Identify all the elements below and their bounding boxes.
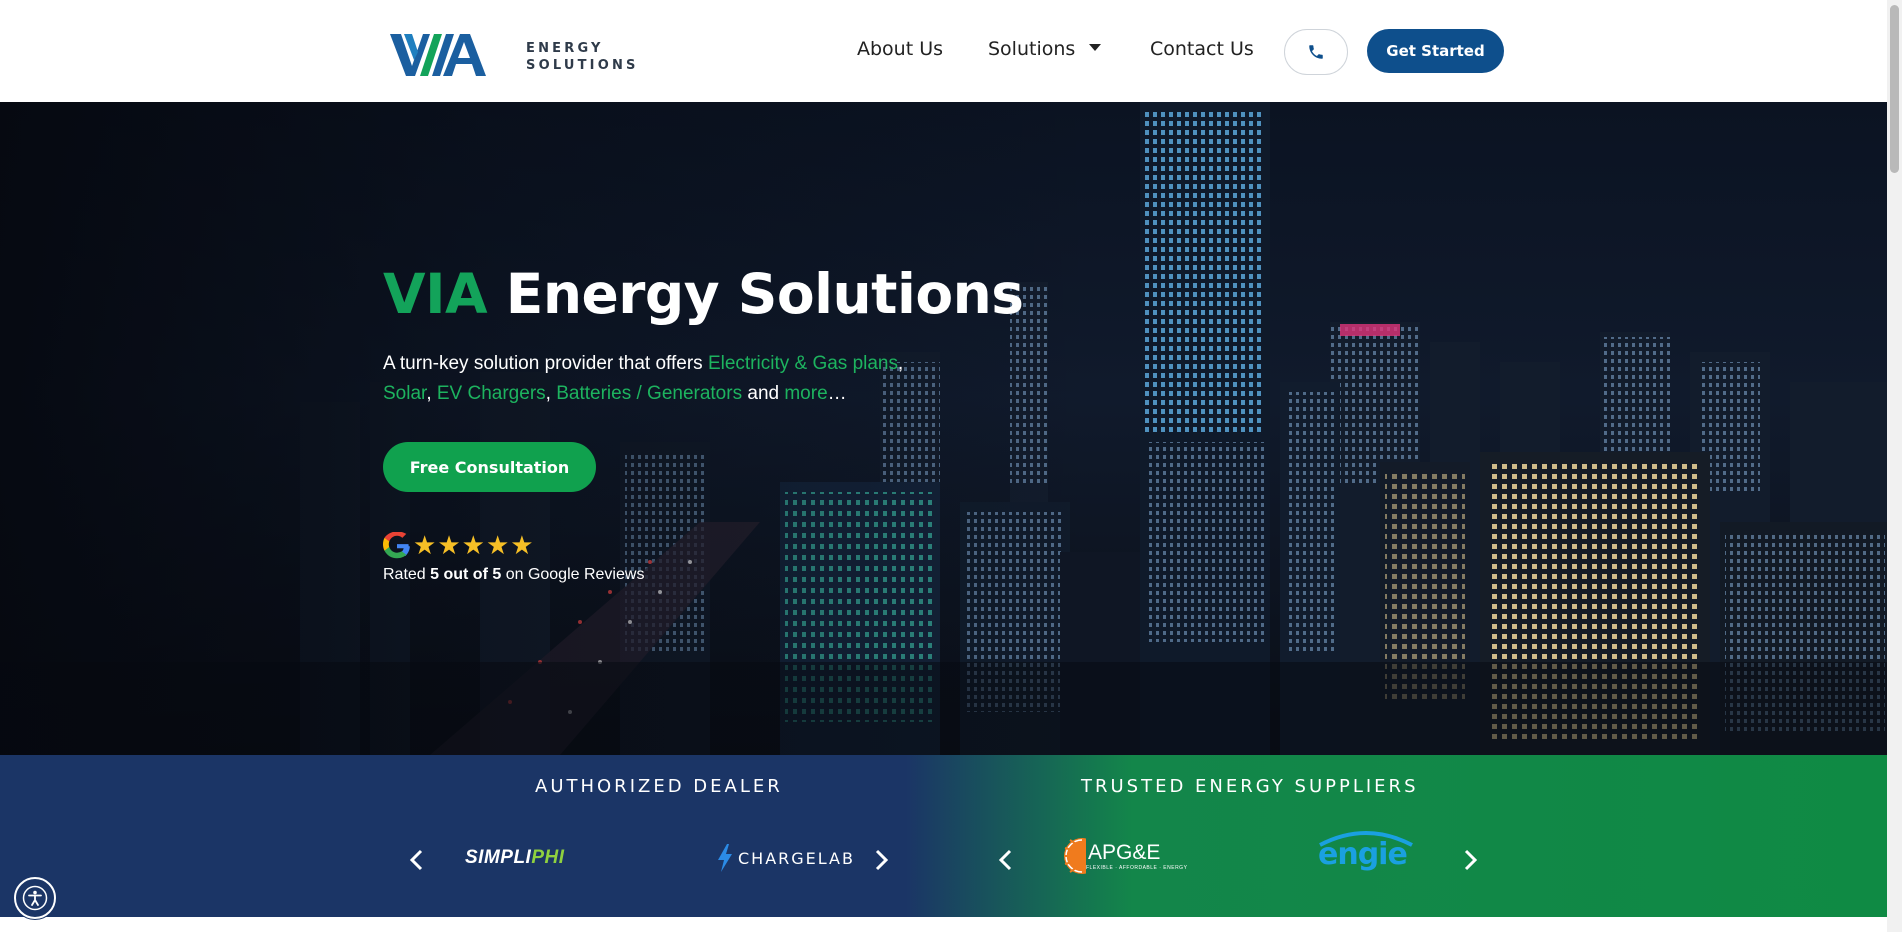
- dealer-prev-arrow[interactable]: [407, 848, 427, 872]
- chevron-right-icon: [875, 849, 889, 871]
- nav-contact-us[interactable]: Contact Us: [1150, 38, 1254, 60]
- chevron-left-icon: [998, 849, 1012, 871]
- apge-sun-icon: [1064, 838, 1086, 874]
- logo-line-solutions: SOLUTIONS: [526, 58, 639, 73]
- page-below-fold: [0, 917, 1887, 932]
- sep-and: and: [742, 383, 785, 404]
- engie-mark: engie: [1316, 827, 1416, 877]
- nav-solutions[interactable]: Solutions: [988, 38, 1102, 60]
- link-batteries-generators[interactable]: Batteries / Generators: [556, 383, 742, 404]
- apge-text: APG&E: [1088, 841, 1161, 864]
- logo-line-energy: ENERGY: [526, 41, 604, 56]
- star-icon: ★: [461, 531, 485, 561]
- page-scrollbar[interactable]: [1887, 0, 1902, 932]
- star-icon: ★: [485, 531, 510, 561]
- phone-button[interactable]: [1284, 29, 1348, 75]
- trusted-suppliers-title: TRUSTED ENERGY SUPPLIERS: [1081, 776, 1419, 797]
- phone-icon: [1309, 45, 1323, 59]
- chargelab-logo[interactable]: CHARGELAB: [716, 833, 855, 883]
- sep-comma-2: ,: [426, 383, 437, 404]
- apge-wordmark: APG&E FLEXIBLE · AFFORDABLE · ENERGY: [1086, 841, 1187, 871]
- simpliphi-wordmark: SIMPLIPHI: [465, 847, 565, 869]
- hero-title: VIA Energy Solutions: [383, 262, 1024, 326]
- chevron-right-icon: [1464, 849, 1478, 871]
- lightning-bolt-icon: [718, 844, 732, 872]
- rating-stars: ★ ★ ★ ★ ★: [383, 532, 644, 560]
- via-logo-mark: [390, 34, 486, 76]
- nav-solutions-label: Solutions: [988, 38, 1076, 60]
- engie-logo[interactable]: engie: [1316, 827, 1416, 877]
- dealer-next-arrow[interactable]: [871, 848, 891, 872]
- logo-wordmark: ENERGY SOLUTIONS: [526, 36, 639, 74]
- link-ev-chargers[interactable]: EV Chargers: [437, 383, 546, 404]
- sep-comma-3: ,: [545, 383, 557, 404]
- hero-title-accent: VIA: [383, 262, 488, 326]
- free-consultation-button[interactable]: Free Consultation: [383, 442, 596, 492]
- scrollbar-thumb[interactable]: [1890, 5, 1899, 173]
- google-g-icon: [383, 532, 410, 559]
- supplier-prev-arrow[interactable]: [996, 848, 1016, 872]
- ellipsis: …: [827, 383, 847, 404]
- chevron-left-icon: [409, 849, 423, 871]
- engie-text: engie: [1318, 837, 1408, 872]
- chargelab-text: CHARGELAB: [738, 848, 855, 868]
- rating-suffix: on Google Reviews: [501, 566, 645, 583]
- chargelab-wordmark: CHARGELAB: [716, 844, 855, 872]
- accessibility-icon: [22, 885, 48, 911]
- simpliphi-logo[interactable]: SIMPLIPHI: [465, 833, 565, 883]
- site-header: ENERGY SOLUTIONS About Us Solutions Cont…: [0, 0, 1887, 102]
- accessibility-button[interactable]: [14, 877, 56, 919]
- link-solar[interactable]: Solar: [383, 383, 426, 404]
- link-electricity-gas[interactable]: Electricity & Gas plans: [708, 353, 898, 374]
- chevron-down-icon: [1089, 44, 1102, 51]
- hero-section: VIA Energy Solutions A turn-key solution…: [0, 102, 1887, 755]
- sep-comma-1: ,: [898, 353, 904, 374]
- star-icon: ★: [437, 531, 461, 561]
- simpliphi-main: SIMPLI: [465, 847, 532, 868]
- hero-desc-intro: A turn-key solution provider that offers: [383, 353, 708, 374]
- partners-strip: AUTHORIZED DEALER TRUSTED ENERGY SUPPLIE…: [0, 755, 1887, 917]
- rating-value: 5 out of 5: [430, 566, 502, 583]
- star-icon: ★: [510, 531, 534, 561]
- hero-title-rest: Energy Solutions: [487, 262, 1024, 326]
- google-reviews[interactable]: ★ ★ ★ ★ ★ Rated 5 out of 5 on Google Rev…: [383, 532, 644, 584]
- rating-prefix: Rated: [383, 566, 431, 583]
- via-logo[interactable]: ENERGY SOLUTIONS: [390, 28, 640, 82]
- apge-tagline: FLEXIBLE · AFFORDABLE · ENERGY: [1086, 865, 1188, 871]
- link-more[interactable]: more: [784, 383, 827, 404]
- rating-text: Rated 5 out of 5 on Google Reviews: [383, 566, 644, 584]
- nav-about-us[interactable]: About Us: [857, 38, 943, 60]
- hero-description: A turn-key solution provider that offers…: [383, 349, 983, 409]
- supplier-next-arrow[interactable]: [1460, 848, 1480, 872]
- simpliphi-accent: PHI: [531, 847, 565, 868]
- star-icon: ★: [413, 531, 437, 561]
- get-started-button[interactable]: Get Started: [1367, 29, 1504, 73]
- authorized-dealer-title: AUTHORIZED DEALER: [535, 776, 783, 797]
- city-skyline-background: [0, 102, 1887, 755]
- apge-logo[interactable]: APG&E FLEXIBLE · AFFORDABLE · ENERGY: [1062, 831, 1187, 881]
